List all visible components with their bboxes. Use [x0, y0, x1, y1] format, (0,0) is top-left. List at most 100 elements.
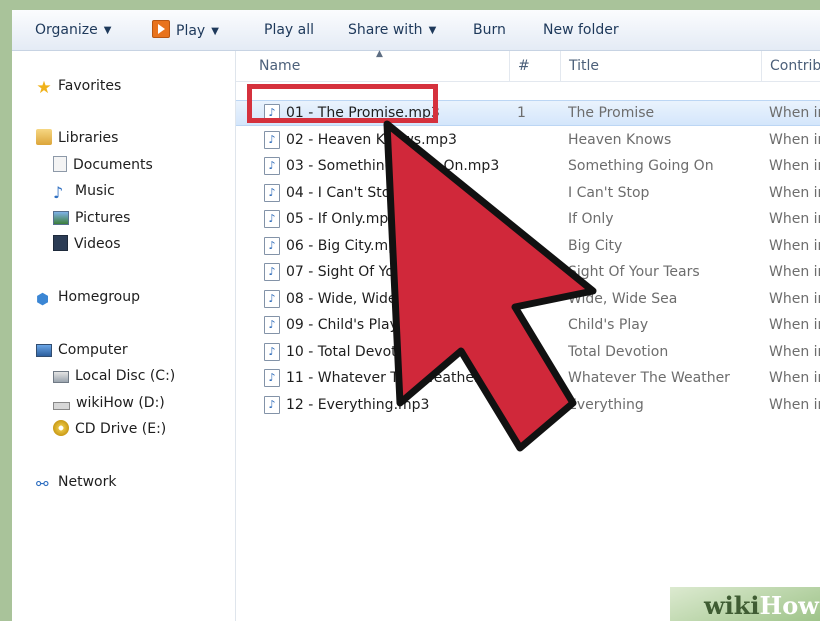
- track-title: Wide, Wide Sea: [568, 290, 678, 307]
- picture-icon: [53, 211, 69, 225]
- chevron-down-icon: ▼: [103, 25, 112, 36]
- nav-music[interactable]: ♪ Music: [53, 180, 115, 202]
- contributing-artists: When in: [769, 290, 820, 307]
- track-number: 1: [517, 105, 526, 121]
- play-icon: [152, 20, 170, 38]
- chevron-down-icon: ▼: [428, 25, 437, 36]
- document-icon: [53, 156, 67, 172]
- library-icon: [36, 129, 52, 145]
- contributing-artists: When in: [769, 184, 820, 201]
- track-title: Big City: [568, 237, 623, 254]
- column-number[interactable]: #: [509, 51, 530, 81]
- nav-favorites[interactable]: ★ Favorites: [36, 75, 121, 97]
- file-name: 05 - If Only.mp3: [286, 211, 398, 227]
- file-row[interactable]: ♪ 11 - Whatever The Weather.mp3 Whatever T…: [236, 365, 820, 391]
- file-row[interactable]: ♪ 07 - Sight Of Your Tears.mp3 Sight Of Yo…: [236, 259, 820, 285]
- file-row[interactable]: ♪ 04 - I Can't Stop.mp3 I Can't Stop When i…: [236, 180, 820, 206]
- organize-label: Organize: [35, 22, 98, 38]
- nav-cd-drive[interactable]: CD Drive (E:): [53, 418, 166, 440]
- file-row[interactable]: ♪ 12 - Everything.mp3 Everything When in: [236, 392, 820, 418]
- hard-drive-icon: [53, 371, 69, 383]
- file-name: 02 - Heaven Knows.mp3: [286, 131, 457, 148]
- cd-icon: [53, 420, 69, 436]
- sort-ascending-icon: ▲: [376, 49, 383, 59]
- nav-documents[interactable]: Documents: [53, 154, 153, 176]
- command-bar: Organize ▼ Play ▼ Play all Share with ▼ Bur…: [12, 10, 820, 51]
- file-name: 04 - I Can't Stop.mp3: [286, 184, 436, 201]
- file-row[interactable]: ♪ 02 - Heaven Knows.mp3 Heaven Knows When i…: [236, 127, 820, 153]
- track-title: Everything: [568, 396, 644, 413]
- contributing-artists: When in: [769, 317, 820, 333]
- nav-favorites-label: Favorites: [58, 78, 122, 94]
- nav-libraries[interactable]: Libraries: [36, 127, 118, 149]
- contributing-artists: When in: [769, 105, 820, 121]
- contributing-artists: When in: [769, 211, 820, 227]
- homegroup-icon: ⬢: [36, 290, 50, 308]
- file-row[interactable]: ♪ 10 - Total Devotion.mp3 Total Devotion Wh…: [236, 339, 820, 365]
- highlight-box: [247, 84, 438, 123]
- nav-documents-label: Documents: [73, 157, 153, 173]
- video-icon: [53, 235, 68, 251]
- nav-homegroup[interactable]: ⬢ Homegroup: [36, 286, 140, 308]
- audio-file-icon: ♪: [264, 210, 280, 228]
- share-with-button[interactable]: Share with ▼: [348, 20, 436, 40]
- nav-wikihow-drive-label: wikiHow (D:): [76, 395, 165, 411]
- nav-pictures[interactable]: Pictures: [53, 207, 130, 229]
- file-row[interactable]: ♪ 06 - Big City.mp3 Big City When in: [236, 233, 820, 259]
- nav-videos[interactable]: Videos: [53, 233, 121, 255]
- audio-file-icon: ♪: [264, 289, 280, 308]
- column-contributing-artists[interactable]: Contrib: [761, 51, 820, 81]
- nav-local-disc[interactable]: Local Disc (C:): [53, 365, 175, 387]
- column-headers: ▲ Name # Title Contrib: [236, 49, 820, 82]
- nav-pictures-label: Pictures: [75, 210, 131, 226]
- watermark-wiki: wiki: [704, 591, 760, 620]
- track-title: Whatever The Weather: [568, 370, 730, 386]
- file-name: 10 - Total Devotion.mp3: [286, 343, 454, 360]
- file-name: 06 - Big City.mp3: [286, 237, 406, 254]
- computer-icon: [36, 344, 52, 357]
- nav-computer[interactable]: Computer: [36, 339, 128, 361]
- play-button[interactable]: Play ▼: [152, 20, 219, 40]
- contributing-artists: When in: [769, 396, 820, 413]
- navigation-pane: ★ Favorites Libraries Documents ♪ Music Pi…: [12, 51, 236, 621]
- track-title: Something Going On: [568, 158, 714, 174]
- network-icon: ⚯: [36, 475, 49, 493]
- contributing-artists: When in: [769, 158, 820, 174]
- file-row[interactable]: ♪ 08 - Wide, Wide Sea.mp3 Wide, Wide Sea Wh…: [236, 286, 820, 312]
- nav-network[interactable]: ⚯ Network: [36, 471, 116, 493]
- track-title: Heaven Knows: [568, 131, 672, 148]
- file-name: 07 - Sight Of Your Tears.mp3: [286, 264, 486, 280]
- audio-file-icon: ♪: [264, 183, 280, 202]
- file-row[interactable]: ♪ 05 - If Only.mp3 If Only When in: [236, 206, 820, 232]
- audio-file-icon: ♪: [264, 157, 280, 175]
- usb-drive-icon: [53, 402, 70, 410]
- organize-button[interactable]: Organize ▼: [35, 20, 111, 40]
- column-name[interactable]: Name: [259, 58, 300, 74]
- audio-file-icon: ♪: [264, 342, 280, 361]
- new-folder-button[interactable]: New folder: [543, 20, 619, 40]
- audio-file-icon: ♪: [264, 369, 280, 387]
- music-note-icon: ♪: [53, 183, 64, 202]
- watermark-how: How: [759, 591, 819, 620]
- track-title: Total Devotion: [568, 343, 669, 360]
- audio-file-icon: ♪: [264, 395, 280, 414]
- contributing-artists: When in: [769, 264, 820, 280]
- share-with-label: Share with: [348, 22, 423, 38]
- play-all-button[interactable]: Play all: [264, 20, 314, 40]
- nav-computer-label: Computer: [58, 342, 128, 358]
- audio-file-icon: ♪: [264, 263, 280, 281]
- file-row[interactable]: ♪ 03 - Something Going On.mp3 Something Go…: [236, 153, 820, 179]
- file-row[interactable]: ♪ 09 - Child's Play.mp3 Child's Play When i…: [236, 312, 820, 338]
- file-name: 12 - Everything.mp3: [286, 396, 430, 413]
- nav-libraries-label: Libraries: [58, 130, 119, 146]
- audio-file-icon: ♪: [264, 130, 280, 149]
- nav-music-label: Music: [75, 183, 115, 199]
- nav-wikihow-drive[interactable]: wikiHow (D:): [53, 392, 165, 414]
- nav-cd-drive-label: CD Drive (E:): [75, 421, 167, 437]
- file-name: 11 - Whatever The Weather.mp3: [286, 370, 515, 386]
- audio-file-icon: ♪: [264, 316, 280, 334]
- burn-button[interactable]: Burn: [473, 20, 506, 40]
- file-name: 08 - Wide, Wide Sea.mp3: [286, 290, 463, 307]
- column-title[interactable]: Title: [560, 51, 599, 81]
- track-title: The Promise: [568, 105, 655, 121]
